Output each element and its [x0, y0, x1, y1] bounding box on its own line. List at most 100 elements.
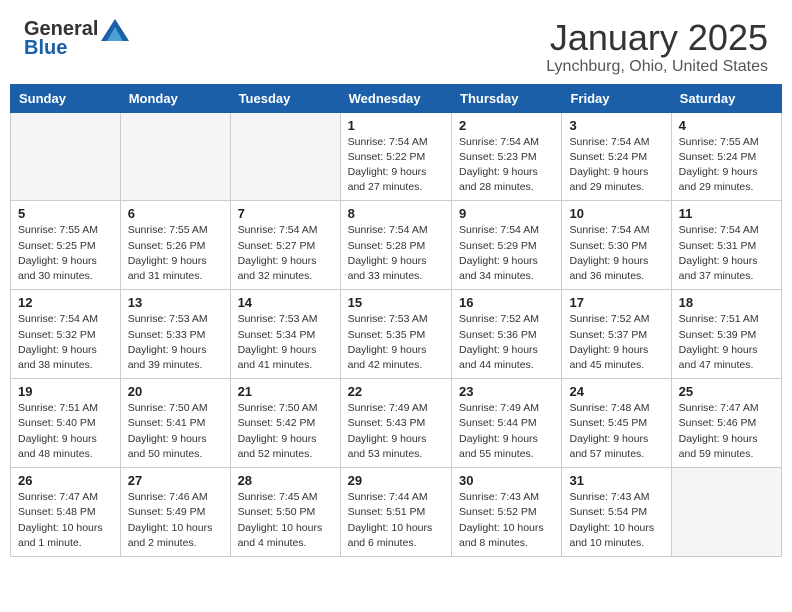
calendar-day-cell [120, 112, 230, 201]
calendar-day-cell: 15 Sunrise: 7:53 AM Sunset: 5:35 PM Dayli… [340, 290, 451, 379]
calendar-day-cell: 9 Sunrise: 7:54 AM Sunset: 5:29 PM Daylig… [452, 201, 562, 290]
day-info: Sunrise: 7:54 AM Sunset: 5:31 PM Dayligh… [679, 223, 774, 284]
calendar-day-cell: 4 Sunrise: 7:55 AM Sunset: 5:24 PM Daylig… [671, 112, 781, 201]
calendar-day-cell [230, 112, 340, 201]
calendar-day-cell: 1 Sunrise: 7:54 AM Sunset: 5:22 PM Daylig… [340, 112, 451, 201]
day-number: 23 [459, 384, 554, 399]
day-info: Sunrise: 7:51 AM Sunset: 5:40 PM Dayligh… [18, 401, 113, 462]
calendar-day-cell: 23 Sunrise: 7:49 AM Sunset: 5:44 PM Dayli… [452, 379, 562, 468]
day-number: 26 [18, 473, 113, 488]
day-info: Sunrise: 7:43 AM Sunset: 5:54 PM Dayligh… [569, 490, 663, 551]
day-number: 31 [569, 473, 663, 488]
day-info: Sunrise: 7:49 AM Sunset: 5:43 PM Dayligh… [348, 401, 444, 462]
day-number: 17 [569, 295, 663, 310]
weekday-header-saturday: Saturday [671, 84, 781, 112]
calendar-day-cell: 20 Sunrise: 7:50 AM Sunset: 5:41 PM Dayli… [120, 379, 230, 468]
location-title: Lynchburg, Ohio, United States [546, 58, 768, 76]
calendar-day-cell: 21Sunrise: 7:50 AM Sunset: 5:42 PM Dayli… [230, 379, 340, 468]
day-number: 12 [18, 295, 113, 310]
calendar-day-cell: 27 Sunrise: 7:46 AM Sunset: 5:49 PM Dayli… [120, 468, 230, 557]
calendar-day-cell: 17Sunrise: 7:52 AM Sunset: 5:37 PM Dayli… [562, 290, 671, 379]
calendar-day-cell [671, 468, 781, 557]
page-header: General Blue January 2025 Lynchburg, Ohi… [0, 0, 792, 84]
day-number: 20 [128, 384, 223, 399]
month-title: January 2025 [546, 18, 768, 58]
day-info: Sunrise: 7:54 AM Sunset: 5:32 PM Dayligh… [18, 312, 113, 373]
day-number: 15 [348, 295, 444, 310]
day-number: 1 [348, 118, 444, 133]
weekday-header-monday: Monday [120, 84, 230, 112]
day-number: 5 [18, 206, 113, 221]
calendar-day-cell: 14 Sunrise: 7:53 AM Sunset: 5:34 PM Dayli… [230, 290, 340, 379]
day-info: Sunrise: 7:47 AM Sunset: 5:46 PM Dayligh… [679, 401, 774, 462]
day-number: 25 [679, 384, 774, 399]
calendar-day-cell: 30Sunrise: 7:43 AM Sunset: 5:52 PM Dayli… [452, 468, 562, 557]
calendar-day-cell: 19 Sunrise: 7:51 AM Sunset: 5:40 PM Dayli… [11, 379, 121, 468]
day-info: Sunrise: 7:47 AM Sunset: 5:48 PM Dayligh… [18, 490, 113, 551]
calendar-day-cell: 5Sunrise: 7:55 AM Sunset: 5:25 PM Daylig… [11, 201, 121, 290]
calendar-day-cell: 13Sunrise: 7:53 AM Sunset: 5:33 PM Dayli… [120, 290, 230, 379]
day-info: Sunrise: 7:54 AM Sunset: 5:23 PM Dayligh… [459, 135, 554, 196]
day-info: Sunrise: 7:44 AM Sunset: 5:51 PM Dayligh… [348, 490, 444, 551]
calendar-week-row: 1 Sunrise: 7:54 AM Sunset: 5:22 PM Daylig… [11, 112, 782, 201]
calendar-week-row: 5Sunrise: 7:55 AM Sunset: 5:25 PM Daylig… [11, 201, 782, 290]
calendar-day-cell: 7Sunrise: 7:54 AM Sunset: 5:27 PM Daylig… [230, 201, 340, 290]
day-number: 19 [18, 384, 113, 399]
weekday-header-row: SundayMondayTuesdayWednesdayThursdayFrid… [11, 84, 782, 112]
day-info: Sunrise: 7:54 AM Sunset: 5:27 PM Dayligh… [238, 223, 333, 284]
day-info: Sunrise: 7:45 AM Sunset: 5:50 PM Dayligh… [238, 490, 333, 551]
calendar-day-cell: 24Sunrise: 7:48 AM Sunset: 5:45 PM Dayli… [562, 379, 671, 468]
calendar-table: SundayMondayTuesdayWednesdayThursdayFrid… [10, 84, 782, 557]
day-info: Sunrise: 7:54 AM Sunset: 5:30 PM Dayligh… [569, 223, 663, 284]
weekday-header-friday: Friday [562, 84, 671, 112]
day-info: Sunrise: 7:55 AM Sunset: 5:26 PM Dayligh… [128, 223, 223, 284]
calendar-day-cell: 8 Sunrise: 7:54 AM Sunset: 5:28 PM Daylig… [340, 201, 451, 290]
day-info: Sunrise: 7:46 AM Sunset: 5:49 PM Dayligh… [128, 490, 223, 551]
calendar-day-cell: 18 Sunrise: 7:51 AM Sunset: 5:39 PM Dayli… [671, 290, 781, 379]
calendar-day-cell: 31 Sunrise: 7:43 AM Sunset: 5:54 PM Dayli… [562, 468, 671, 557]
day-number: 28 [238, 473, 333, 488]
day-number: 6 [128, 206, 223, 221]
calendar-day-cell: 29 Sunrise: 7:44 AM Sunset: 5:51 PM Dayli… [340, 468, 451, 557]
day-info: Sunrise: 7:54 AM Sunset: 5:28 PM Dayligh… [348, 223, 444, 284]
day-info: Sunrise: 7:43 AM Sunset: 5:52 PM Dayligh… [459, 490, 554, 551]
day-info: Sunrise: 7:54 AM Sunset: 5:24 PM Dayligh… [569, 135, 663, 196]
day-number: 21 [238, 384, 333, 399]
day-number: 24 [569, 384, 663, 399]
day-number: 27 [128, 473, 223, 488]
calendar-day-cell: 2 Sunrise: 7:54 AM Sunset: 5:23 PM Daylig… [452, 112, 562, 201]
weekday-header-tuesday: Tuesday [230, 84, 340, 112]
day-number: 8 [348, 206, 444, 221]
day-info: Sunrise: 7:55 AM Sunset: 5:24 PM Dayligh… [679, 135, 774, 196]
day-number: 9 [459, 206, 554, 221]
day-info: Sunrise: 7:54 AM Sunset: 5:29 PM Dayligh… [459, 223, 554, 284]
calendar-day-cell: 16Sunrise: 7:52 AM Sunset: 5:36 PM Dayli… [452, 290, 562, 379]
day-info: Sunrise: 7:50 AM Sunset: 5:41 PM Dayligh… [128, 401, 223, 462]
calendar-day-cell: 25 Sunrise: 7:47 AM Sunset: 5:46 PM Dayli… [671, 379, 781, 468]
day-info: Sunrise: 7:53 AM Sunset: 5:34 PM Dayligh… [238, 312, 333, 373]
calendar-week-row: 19 Sunrise: 7:51 AM Sunset: 5:40 PM Dayli… [11, 379, 782, 468]
day-number: 14 [238, 295, 333, 310]
calendar-day-cell: 3Sunrise: 7:54 AM Sunset: 5:24 PM Daylig… [562, 112, 671, 201]
calendar-day-cell: 6 Sunrise: 7:55 AM Sunset: 5:26 PM Daylig… [120, 201, 230, 290]
calendar-week-row: 12 Sunrise: 7:54 AM Sunset: 5:32 PM Dayli… [11, 290, 782, 379]
logo: General Blue [24, 18, 129, 60]
day-number: 2 [459, 118, 554, 133]
day-info: Sunrise: 7:49 AM Sunset: 5:44 PM Dayligh… [459, 401, 554, 462]
logo-blue-text: Blue [24, 37, 67, 60]
day-number: 10 [569, 206, 663, 221]
day-info: Sunrise: 7:52 AM Sunset: 5:36 PM Dayligh… [459, 312, 554, 373]
day-info: Sunrise: 7:53 AM Sunset: 5:35 PM Dayligh… [348, 312, 444, 373]
weekday-header-wednesday: Wednesday [340, 84, 451, 112]
calendar-week-row: 26 Sunrise: 7:47 AM Sunset: 5:48 PM Dayli… [11, 468, 782, 557]
day-info: Sunrise: 7:51 AM Sunset: 5:39 PM Dayligh… [679, 312, 774, 373]
calendar-day-cell: 12 Sunrise: 7:54 AM Sunset: 5:32 PM Dayli… [11, 290, 121, 379]
day-number: 4 [679, 118, 774, 133]
logo-icon [101, 19, 129, 41]
day-number: 13 [128, 295, 223, 310]
calendar-day-cell [11, 112, 121, 201]
weekday-header-sunday: Sunday [11, 84, 121, 112]
day-number: 29 [348, 473, 444, 488]
day-number: 18 [679, 295, 774, 310]
day-info: Sunrise: 7:54 AM Sunset: 5:22 PM Dayligh… [348, 135, 444, 196]
